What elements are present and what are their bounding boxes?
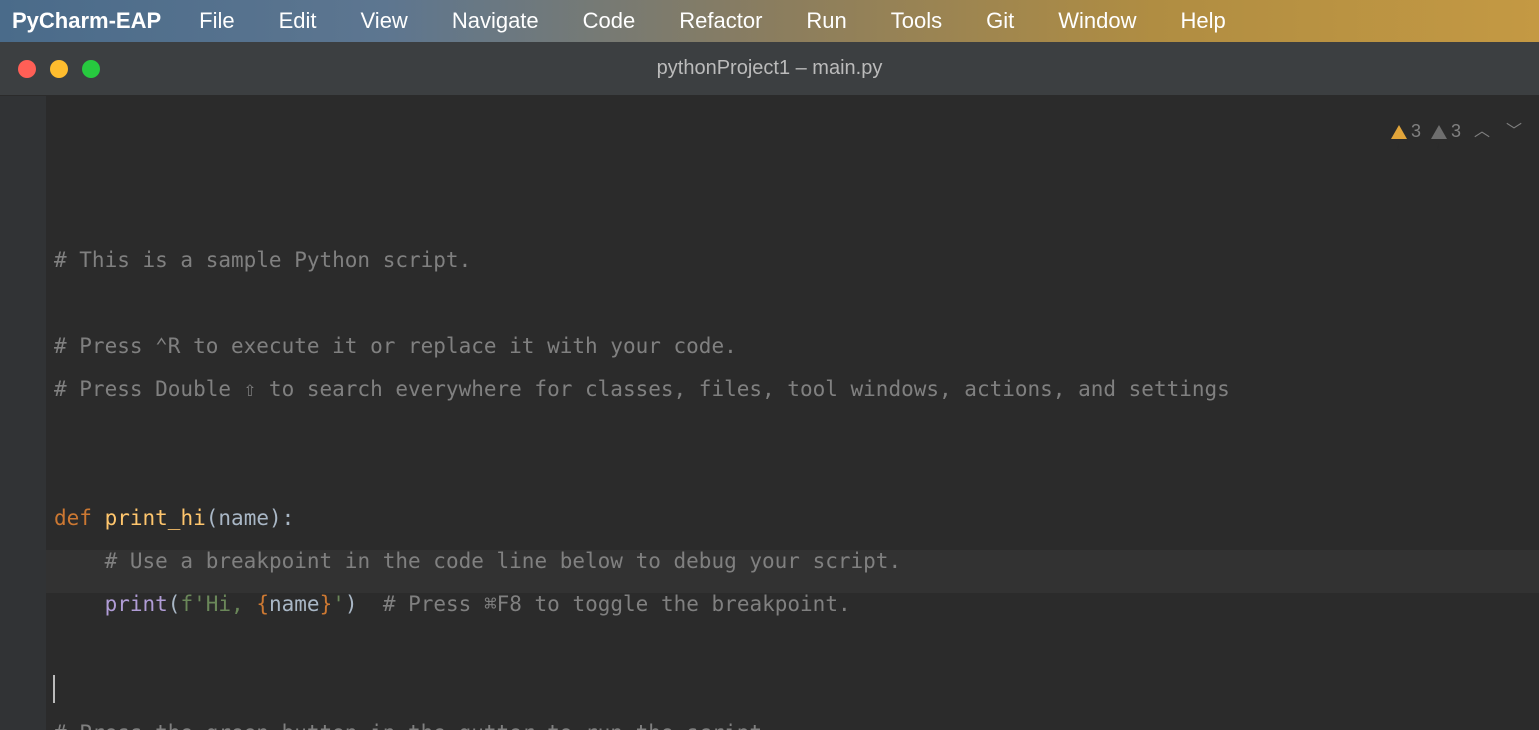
menu-view[interactable]: View	[339, 8, 430, 34]
next-highlight-button[interactable]: ﹀	[1503, 110, 1525, 153]
menu-tools[interactable]: Tools	[869, 8, 964, 34]
menu-edit[interactable]: Edit	[257, 8, 339, 34]
menu-help[interactable]: Help	[1159, 8, 1248, 34]
weak-warning-count: 3	[1451, 110, 1461, 153]
minimize-window-button[interactable]	[50, 60, 68, 78]
traffic-lights	[0, 60, 100, 78]
editor-area: 3 3 ︿ ﹀ # This is a sample Python script…	[0, 96, 1539, 730]
warning-count: 3	[1411, 110, 1421, 153]
text-cursor	[53, 675, 55, 703]
menu-navigate[interactable]: Navigate	[430, 8, 561, 34]
editor-gutter[interactable]	[0, 96, 46, 730]
menu-file[interactable]: File	[177, 8, 256, 34]
code-editor[interactable]: 3 3 ︿ ﹀ # This is a sample Python script…	[46, 96, 1539, 730]
warning-indicator[interactable]: 3	[1391, 110, 1421, 153]
menu-run[interactable]: Run	[784, 8, 868, 34]
menu-window[interactable]: Window	[1036, 8, 1158, 34]
warning-icon	[1391, 125, 1407, 139]
code-text[interactable]: # This is a sample Python script. # Pres…	[54, 239, 1531, 730]
weak-warning-icon	[1431, 125, 1447, 139]
app-menu[interactable]: PyCharm-EAP	[8, 8, 177, 34]
previous-highlight-button[interactable]: ︿	[1471, 110, 1493, 153]
menu-refactor[interactable]: Refactor	[657, 8, 784, 34]
weak-warning-indicator[interactable]: 3	[1431, 110, 1461, 153]
close-window-button[interactable]	[18, 60, 36, 78]
maximize-window-button[interactable]	[82, 60, 100, 78]
menu-git[interactable]: Git	[964, 8, 1036, 34]
window-titlebar: pythonProject1 – main.py	[0, 42, 1539, 96]
window-title: pythonProject1 – main.py	[657, 57, 883, 80]
inspection-widget[interactable]: 3 3 ︿ ﹀	[1391, 110, 1525, 153]
macos-menubar: PyCharm-EAP File Edit View Navigate Code…	[0, 0, 1539, 42]
menu-code[interactable]: Code	[561, 8, 658, 34]
